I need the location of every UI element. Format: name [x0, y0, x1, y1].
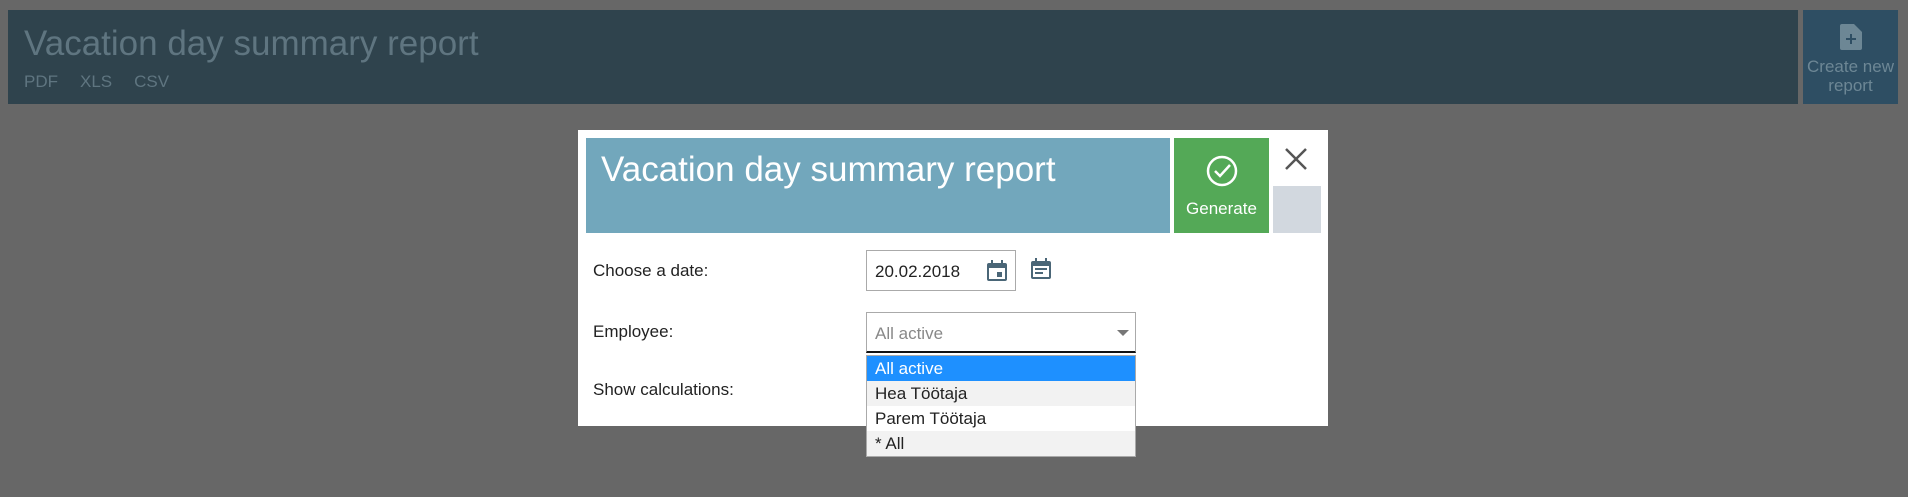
employee-option-hea-tootaja[interactable]: Hea Töötaja	[867, 381, 1135, 406]
employee-option-all[interactable]: * All	[867, 431, 1135, 456]
check-circle-icon	[1174, 154, 1269, 193]
export-csv-link[interactable]: CSV	[134, 72, 169, 92]
employee-option-all-active[interactable]: All active	[867, 356, 1135, 381]
calendar-list-icon[interactable]	[1030, 258, 1052, 285]
export-links: PDF XLS CSV	[24, 72, 169, 92]
create-new-report-button[interactable]: Create new report	[1803, 10, 1898, 104]
date-value: 20.02.2018	[875, 262, 961, 281]
export-xls-link[interactable]: XLS	[80, 72, 112, 92]
close-icon	[1285, 148, 1307, 170]
page-title: Vacation day summary report	[24, 24, 479, 63]
close-button[interactable]	[1281, 144, 1311, 174]
chevron-down-icon	[1117, 330, 1129, 336]
employee-label: Employee:	[593, 322, 674, 341]
date-label: Choose a date:	[593, 261, 709, 280]
calculations-label: Show calculations:	[593, 380, 734, 399]
page-header: Vacation day summary report PDF XLS CSV	[8, 10, 1798, 104]
modal-title-bar: Vacation day summary report	[586, 138, 1170, 233]
employee-dropdown-list: All active Hea Töötaja Parem Töötaja * A…	[866, 355, 1136, 457]
export-pdf-link[interactable]: PDF	[24, 72, 58, 92]
generate-button[interactable]: Generate	[1174, 138, 1269, 233]
modal-title: Vacation day summary report	[601, 150, 1056, 189]
employee-select[interactable]: All active	[866, 312, 1136, 353]
employee-option-parem-tootaja[interactable]: Parem Töötaja	[867, 406, 1135, 431]
date-field[interactable]: 20.02.2018	[866, 250, 1016, 291]
employee-select-value: All active	[875, 324, 944, 343]
create-report-label: Create new report	[1807, 57, 1894, 95]
generate-label: Generate	[1186, 199, 1257, 218]
calendar-icon[interactable]	[986, 260, 1008, 287]
file-plus-icon	[1803, 24, 1898, 55]
secondary-action-box[interactable]	[1273, 186, 1321, 233]
